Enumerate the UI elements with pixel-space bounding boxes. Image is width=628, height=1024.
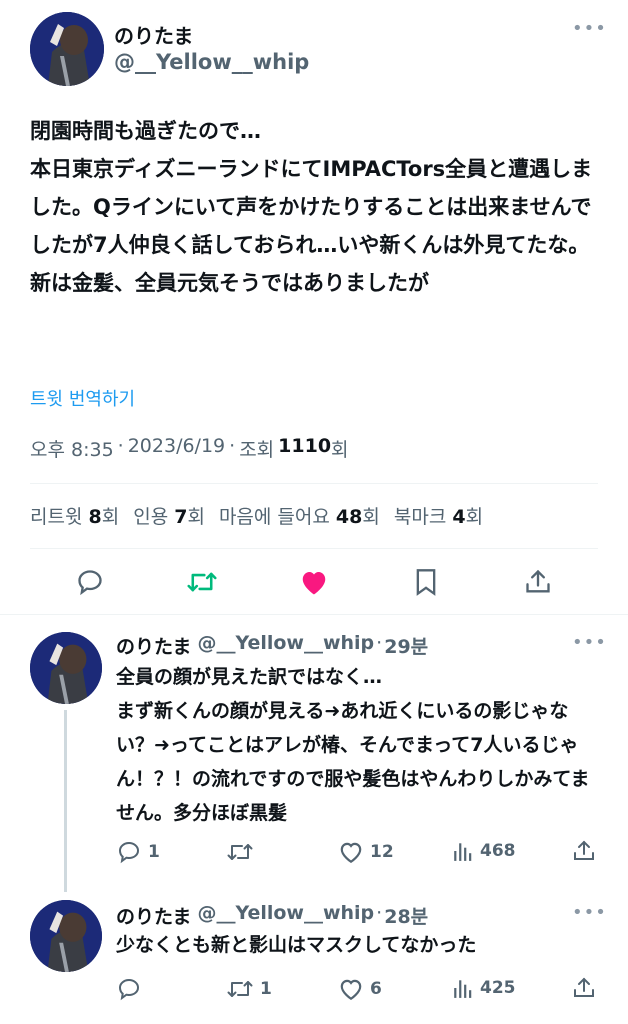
retweet-count: 1: [260, 979, 272, 999]
views-count: 1110: [278, 435, 332, 457]
like-icon[interactable]: [299, 568, 329, 600]
display-name[interactable]: のりたま: [116, 902, 191, 929]
retweet-icon: [227, 844, 253, 860]
more-options-icon[interactable]: •••: [572, 18, 607, 39]
like-button[interactable]: 6: [338, 977, 382, 1001]
avatar[interactable]: [30, 632, 102, 704]
likes-stat[interactable]: 마음에 들어요 48회: [219, 502, 380, 529]
tweet-text: 閉園時間も過ぎたので… 本日東京ディズニーランドにてIMPACTors全員と遭遇…: [30, 119, 593, 295]
like-button[interactable]: 12: [338, 840, 394, 864]
reply-icon: [118, 841, 140, 864]
time-ago[interactable]: 29분: [384, 632, 428, 659]
separator-dot: ·: [117, 435, 124, 457]
reply-count: 1: [148, 842, 160, 862]
avatar[interactable]: [30, 12, 104, 86]
retweet-button[interactable]: 1: [226, 977, 272, 1001]
reply-button[interactable]: [116, 977, 148, 1001]
avatar[interactable]: [30, 900, 102, 972]
bookmarks-stat[interactable]: 북마크 4회: [394, 502, 483, 529]
share-icon[interactable]: [524, 568, 552, 600]
views-button[interactable]: 468: [452, 840, 516, 862]
time-ago[interactable]: 28분: [384, 902, 428, 929]
retweet-icon[interactable]: [187, 568, 217, 600]
timestamp-row: 오후 8:35 · 2023/6/19 · 조회 1110 회: [30, 435, 349, 462]
divider: [0, 614, 628, 615]
reply-icon: [118, 978, 140, 1001]
more-options-icon[interactable]: •••: [572, 902, 607, 923]
display-name[interactable]: のりたま: [116, 632, 191, 659]
share-icon[interactable]: [572, 976, 596, 1004]
separator-dot: ·: [229, 435, 236, 457]
stats-row: 리트윗 8회 인용 7회 마음에 들어요 48회 북마크 4회: [30, 502, 483, 529]
reply-text: 全員の顔が見えた訳ではなく… まず新くんの顔が見える➜あれ近くにいるの影じゃない…: [116, 666, 590, 824]
handle[interactable]: @__Yellow__whip: [197, 902, 374, 929]
reply-text: 少なくとも新と影山はマスクしてなかった: [116, 934, 477, 956]
display-name[interactable]: のりたま: [114, 20, 193, 49]
retweet-button[interactable]: [226, 840, 260, 864]
views-unit: 회: [331, 439, 349, 461]
tweet-time[interactable]: 오후 8:35: [30, 435, 114, 462]
retweets-stat[interactable]: 리트윗 8회: [30, 502, 119, 529]
analytics-icon: [454, 843, 472, 861]
views-button[interactable]: 425: [452, 977, 516, 999]
like-count: 6: [370, 979, 382, 999]
share-icon[interactable]: [572, 839, 596, 867]
translate-link[interactable]: 트윗 번역하기: [30, 385, 135, 411]
reply-header: のりたま @__Yellow__whip · 29분: [116, 632, 428, 659]
tweet-date[interactable]: 2023/6/19: [128, 435, 225, 462]
more-options-icon[interactable]: •••: [572, 632, 607, 653]
views-label: 조회: [239, 439, 275, 461]
divider: [30, 548, 598, 549]
divider: [30, 483, 598, 484]
reply-header: のりたま @__Yellow__whip · 28분: [116, 902, 428, 929]
bookmark-icon[interactable]: [413, 568, 439, 600]
heart-icon: [340, 842, 362, 864]
handle[interactable]: @__Yellow__whip: [197, 632, 374, 659]
separator-dot: ·: [376, 902, 383, 924]
reply-icon[interactable]: [76, 568, 104, 600]
separator-dot: ·: [376, 632, 383, 654]
reply-button[interactable]: 1: [116, 840, 160, 864]
heart-icon: [340, 979, 362, 1001]
like-count: 12: [370, 842, 394, 862]
thread-line: [64, 710, 67, 892]
analytics-icon: [454, 980, 472, 998]
handle[interactable]: @__Yellow__whip: [114, 50, 309, 74]
view-count: 468: [480, 841, 516, 861]
retweet-icon: [227, 981, 253, 997]
quotes-stat[interactable]: 인용 7회: [133, 502, 205, 529]
view-count: 425: [480, 978, 516, 998]
